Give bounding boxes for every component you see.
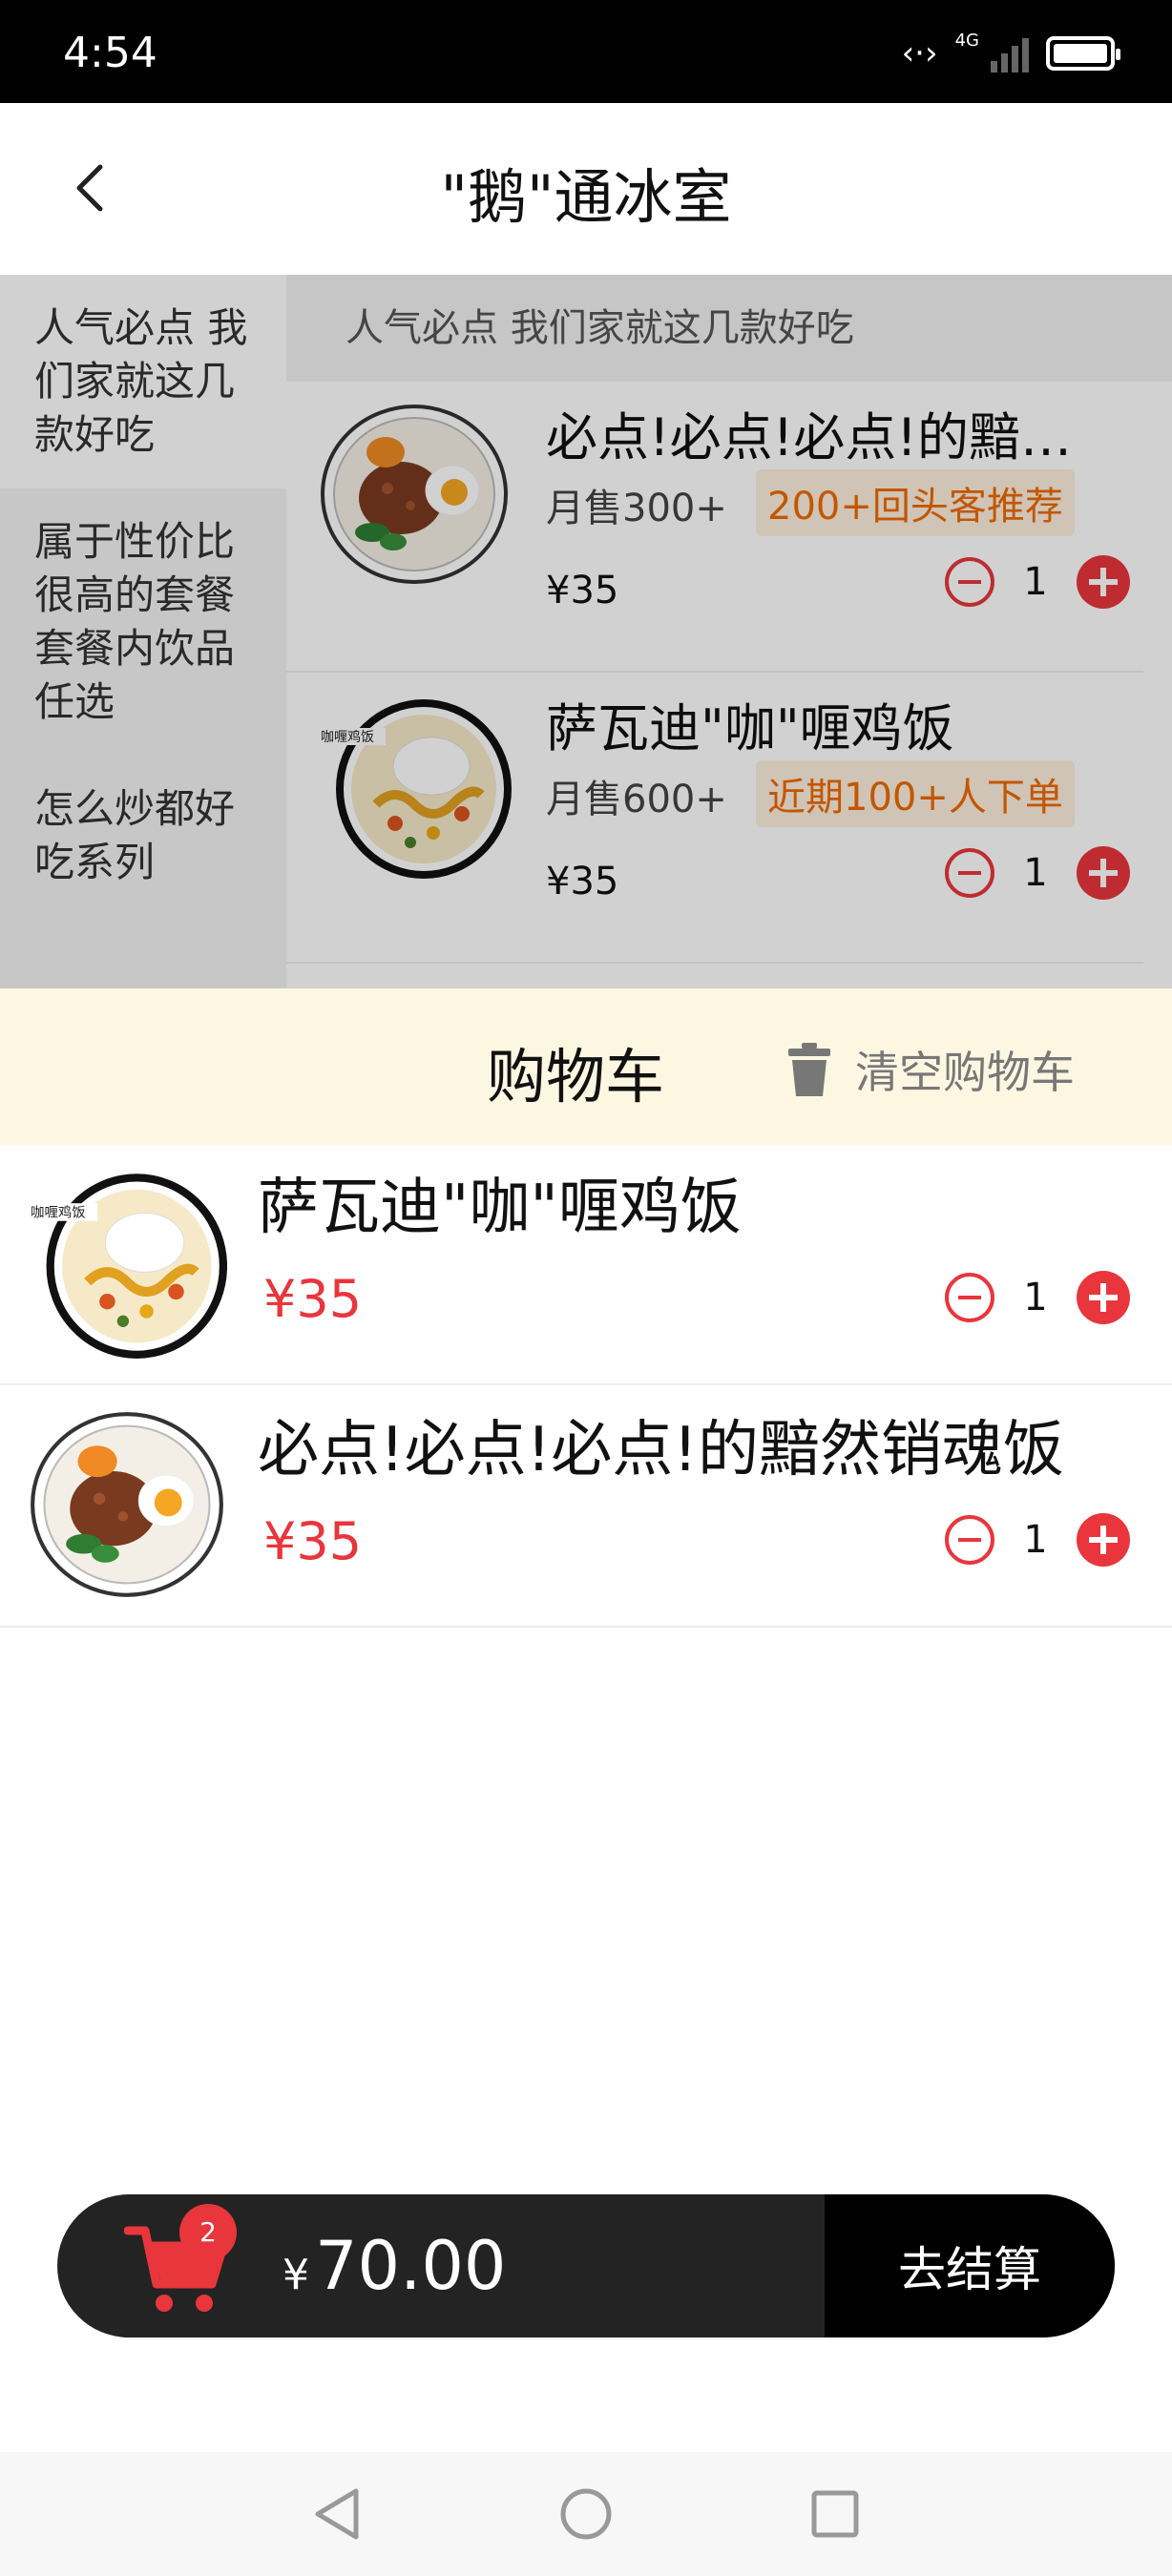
system-nav-bar (0, 2452, 1172, 2576)
cart-item-price: ¥35 (263, 1511, 363, 1571)
cart-item: 必点!必点!必点!的黯然销魂饭 ¥35 1 (0, 1387, 1172, 1628)
battery-icon (1046, 36, 1120, 71)
decrease-button[interactable] (945, 1515, 994, 1565)
page-header: "鹅"通冰室 (0, 103, 1172, 275)
data-transfer-icon: ‹·› (901, 34, 938, 73)
nav-back-button[interactable] (303, 2481, 370, 2547)
nav-home-button[interactable] (553, 2481, 619, 2547)
quantity-stepper: 1 (945, 1271, 1130, 1324)
dim-overlay[interactable] (0, 275, 1172, 988)
cart-item: 萨瓦迪"咖"喱鸡饭 ¥35 1 (0, 1145, 1172, 1385)
increase-button[interactable] (1077, 1271, 1130, 1324)
checkout-bar: 2 ¥70.00 去结算 (57, 2194, 1115, 2337)
total-amount: 70.00 (315, 2227, 507, 2305)
cart-item-name: 必点!必点!必点!的黯然销魂饭 (258, 1415, 1064, 1485)
cart-count-badge: 2 (179, 2204, 237, 2261)
circle-home-icon (560, 2488, 612, 2540)
cart-item-price: ¥35 (263, 1269, 363, 1329)
cart-item-image (27, 1406, 227, 1603)
currency-symbol: ¥ (283, 2251, 309, 2299)
cart-item-image (27, 1164, 227, 1361)
square-recents-icon (811, 2490, 859, 2538)
quantity-value: 1 (1023, 1518, 1048, 1562)
nav-recents-button[interactable] (802, 2481, 869, 2547)
clear-cart-button[interactable]: 清空购物车 (788, 1038, 1075, 1101)
status-icons: ‹·› 4G (901, 30, 1120, 73)
cart-header: 购物车 清空购物车 (0, 988, 1172, 1145)
total-price: ¥70.00 (283, 2227, 506, 2305)
decrease-button[interactable] (945, 1273, 994, 1322)
quantity-stepper: 1 (945, 1513, 1130, 1567)
trash-icon (788, 1043, 830, 1096)
status-time: 4:54 (63, 29, 157, 77)
cart-title: 购物车 (487, 1042, 665, 1111)
triangle-back-icon (315, 2488, 359, 2540)
clear-cart-label: 清空购物车 (855, 1047, 1075, 1098)
quantity-value: 1 (1023, 1276, 1048, 1319)
network-type-label: 4G (954, 30, 979, 51)
checkout-button[interactable]: 去结算 (825, 2194, 1115, 2337)
page-title: "鹅"通冰室 (440, 162, 732, 232)
signal-icon (991, 34, 1029, 73)
status-bar: 4:54 ‹·› 4G (0, 0, 1172, 103)
increase-button[interactable] (1077, 1513, 1130, 1567)
cart-item-name: 萨瓦迪"咖"喱鸡饭 (258, 1173, 742, 1243)
